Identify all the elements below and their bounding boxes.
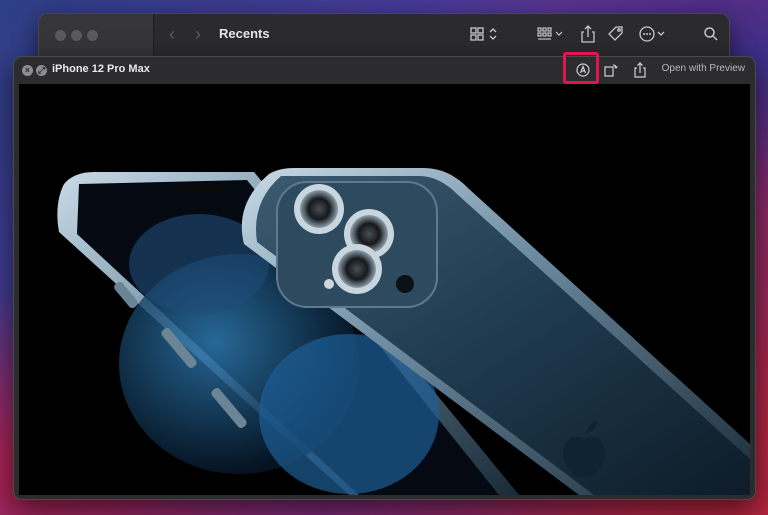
close-window-button[interactable]: [55, 30, 66, 41]
more-icon[interactable]: [638, 24, 666, 44]
rotate-icon[interactable]: [603, 61, 619, 79]
fullscreen-icon[interactable]: ⤢: [36, 65, 47, 76]
zoom-window-button[interactable]: [87, 30, 98, 41]
grid-view-icon[interactable]: [470, 24, 500, 44]
markup-highlight-box: [563, 52, 599, 84]
share-icon[interactable]: [580, 24, 596, 44]
close-icon[interactable]: ×: [22, 65, 33, 76]
share-icon[interactable]: [632, 61, 648, 79]
quicklook-window: × ⤢ iPhone 12 Pro Max Open with Preview: [13, 56, 756, 500]
open-with-preview-button[interactable]: Open with Preview: [662, 63, 745, 74]
quicklook-title: iPhone 12 Pro Max: [52, 63, 150, 75]
back-chevron-icon[interactable]: ‹: [169, 24, 175, 44]
window-title: Recents: [219, 26, 270, 41]
tag-icon[interactable]: [607, 24, 625, 44]
search-icon[interactable]: [703, 24, 719, 44]
group-by-icon[interactable]: [537, 24, 565, 44]
minimize-window-button[interactable]: [71, 30, 82, 41]
forward-chevron-icon[interactable]: ›: [195, 24, 201, 44]
iphone-photo: [57, 168, 750, 495]
image-preview: [19, 84, 750, 495]
